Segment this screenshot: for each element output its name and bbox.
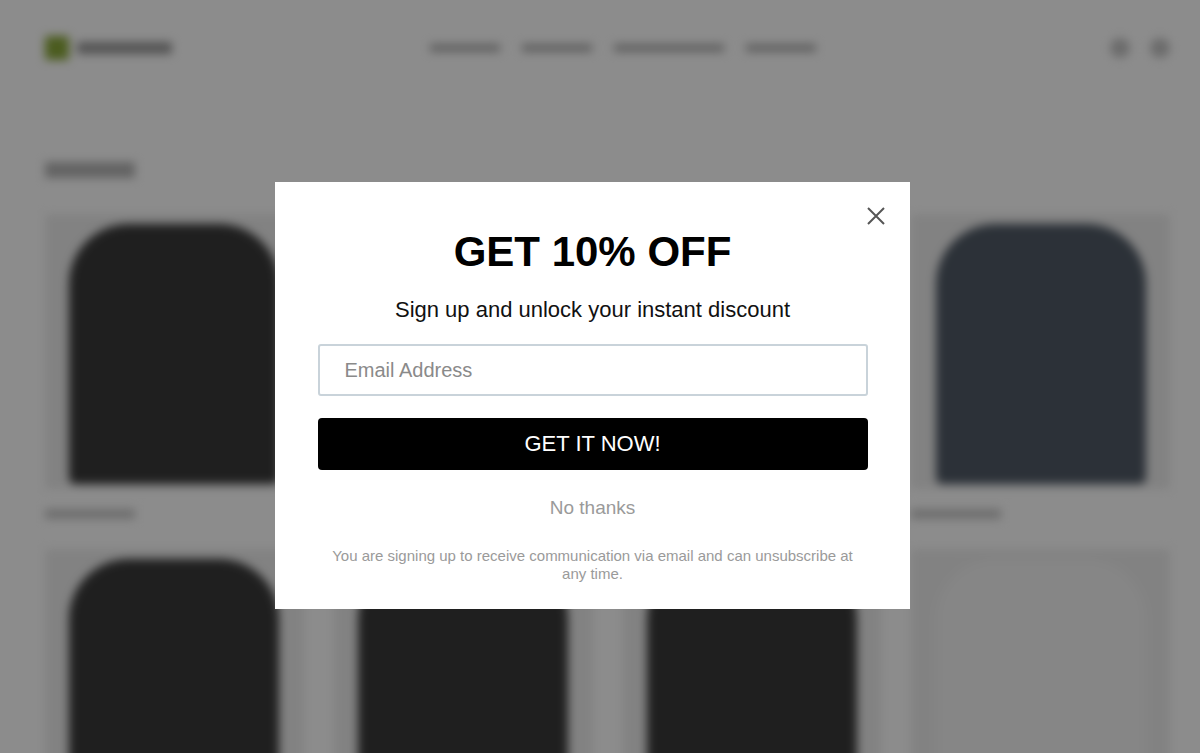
disclaimer-text: You are signing up to receive communicat… bbox=[320, 547, 865, 583]
discount-modal: GET 10% OFF Sign up and unlock your insta… bbox=[275, 182, 910, 609]
email-input[interactable] bbox=[318, 344, 868, 396]
modal-overlay[interactable]: GET 10% OFF Sign up and unlock your insta… bbox=[0, 0, 1200, 753]
decline-button[interactable]: No thanks bbox=[550, 496, 636, 520]
close-icon bbox=[866, 206, 886, 226]
modal-title: GET 10% OFF bbox=[454, 227, 732, 277]
modal-subtitle: Sign up and unlock your instant discount bbox=[395, 296, 790, 324]
close-button[interactable] bbox=[864, 204, 888, 228]
submit-button[interactable]: GET IT NOW! bbox=[318, 418, 868, 470]
page: GET 10% OFF Sign up and unlock your insta… bbox=[0, 0, 1200, 753]
